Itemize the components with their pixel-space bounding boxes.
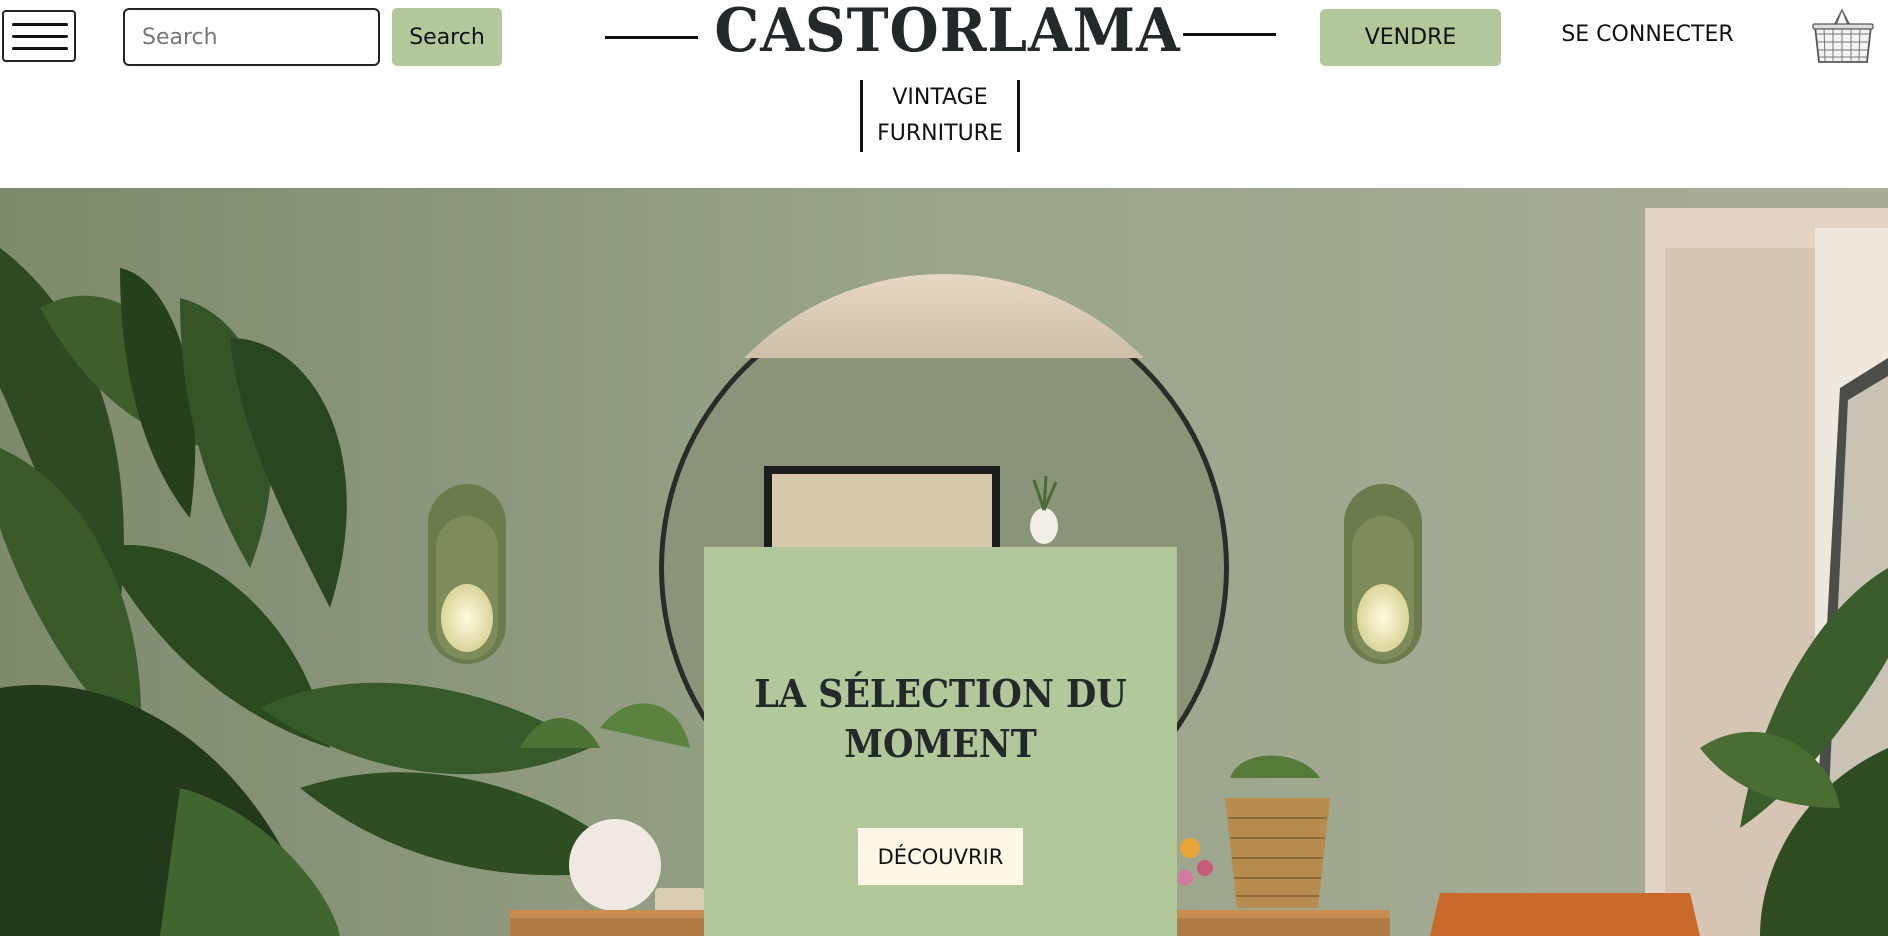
hamburger-menu-icon[interactable] bbox=[2, 10, 76, 62]
discover-button[interactable]: DÉCOUVRIR bbox=[858, 828, 1023, 885]
promo-title-line-2: MOMENT bbox=[844, 721, 1037, 766]
promo-title: LA SÉLECTION DU MOMENT bbox=[723, 669, 1158, 769]
site-header: Search CASTORLAMA VINTAGE FURNITURE VEND… bbox=[0, 0, 1888, 188]
promo-title-line-1: LA SÉLECTION DU bbox=[754, 671, 1127, 716]
logo-divider-right bbox=[1183, 33, 1276, 36]
sell-button[interactable]: VENDRE bbox=[1320, 9, 1501, 66]
tagline-line-1: VINTAGE bbox=[892, 85, 988, 110]
hero-banner: LA SÉLECTION DU MOMENT DÉCOUVRIR bbox=[0, 188, 1888, 936]
logo-divider-left bbox=[605, 36, 698, 39]
search-button[interactable]: Search bbox=[392, 8, 502, 66]
site-logo[interactable]: CASTORLAMA bbox=[714, 0, 1179, 66]
basket-icon[interactable] bbox=[1812, 6, 1874, 66]
promo-card: LA SÉLECTION DU MOMENT DÉCOUVRIR bbox=[704, 547, 1177, 936]
search-input[interactable] bbox=[123, 8, 380, 66]
login-link[interactable]: SE CONNECTER bbox=[1545, 22, 1750, 47]
tagline-line-2: FURNITURE bbox=[877, 121, 1003, 146]
logo-tagline: VINTAGE FURNITURE bbox=[860, 80, 1020, 152]
